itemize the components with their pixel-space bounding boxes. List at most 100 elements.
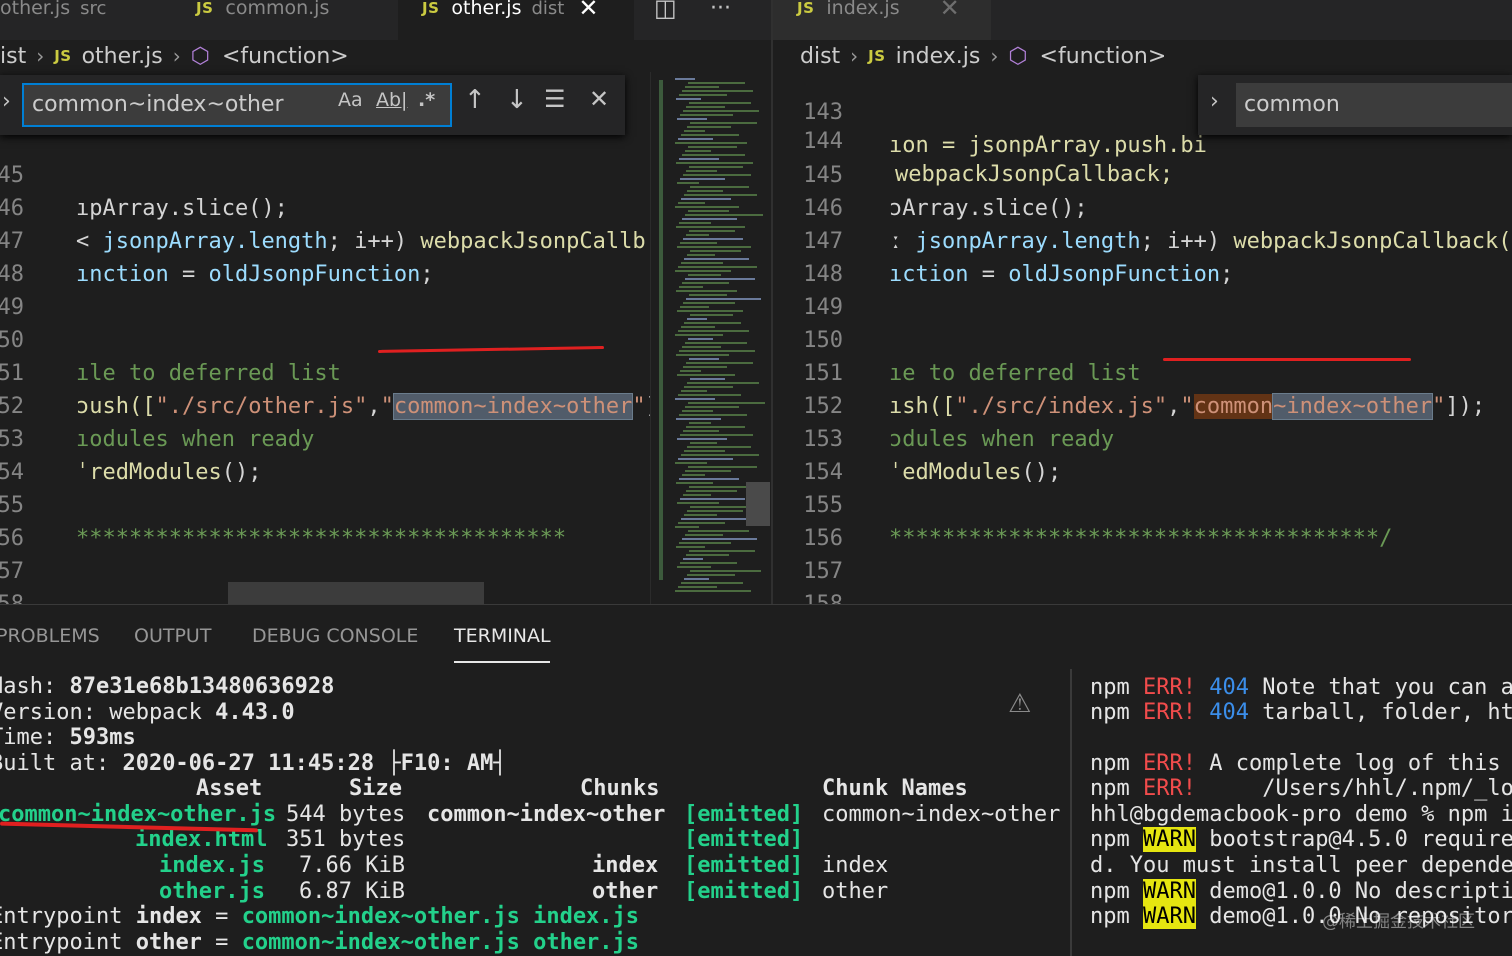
minimap-line <box>685 214 763 216</box>
minimap-line <box>676 546 705 548</box>
warn-tag: WARN <box>1143 904 1196 929</box>
close-icon[interactable]: ✕ <box>589 85 609 113</box>
tab-index[interactable]: JS index.js ✕ <box>797 0 960 28</box>
minimap-gutter <box>659 80 663 580</box>
err-tag: ERR! <box>1143 751 1196 776</box>
terminal-text: 404 <box>1209 700 1249 725</box>
terminal-line: Built at: 2020-06-27 11:45:28 ├F10: AM┤ <box>0 751 507 776</box>
minimap-line <box>683 238 743 240</box>
minimap-line <box>683 494 711 496</box>
terminal-text: index <box>135 904 202 929</box>
tab-label: other.js <box>451 0 522 19</box>
terminal-line: npm ERR! 404 tarball, folder, htt <box>1090 700 1512 725</box>
tab-common[interactable]: JS common.js <box>196 0 329 28</box>
minimap-line <box>688 146 737 148</box>
minimap-line <box>678 202 705 204</box>
minimap-line <box>675 398 715 400</box>
minimap-line <box>684 450 725 452</box>
minimap-line <box>676 482 713 484</box>
minimap-line <box>682 346 721 348</box>
breadcrumb-symbol[interactable]: <function> <box>1040 44 1167 69</box>
close-icon[interactable]: ✕ <box>578 0 598 22</box>
right-editor[interactable]: 143 ıon = jsonpArray.push.bi 144 webpack… <box>773 72 1512 604</box>
horizontal-scrollbar[interactable] <box>228 582 484 604</box>
minimap-line <box>675 526 699 528</box>
tab-other-dist[interactable]: JS other.js dist ✕ <box>422 0 598 28</box>
terminal-header: Size <box>349 776 402 801</box>
minimap-line <box>690 378 725 380</box>
split-editor-icon[interactable]: ◫ <box>654 0 677 28</box>
minimap-line <box>681 582 743 584</box>
terminal-line: npm ERR! /Users/hhl/.npm/_log <box>1090 776 1512 801</box>
terminal-line: Entrypoint other = common~index~other.js… <box>0 930 639 955</box>
arrow-down-icon[interactable]: ↓ <box>506 85 528 115</box>
minimap-line <box>690 122 757 124</box>
whole-word-icon[interactable]: Ab| <box>376 89 407 111</box>
terminal-size: 351 bytes <box>286 827 406 852</box>
right-breadcrumb: dist › JS index.js › ⬡ <function> <box>800 40 1512 72</box>
minimap-line <box>681 262 723 264</box>
minimap-line <box>686 234 709 236</box>
minimap-line <box>676 98 701 100</box>
more-actions-icon[interactable]: ··· <box>710 0 731 28</box>
minimap-line <box>675 142 747 144</box>
terminal-line: npm ERR! A complete log of this r <box>1090 751 1512 776</box>
find-widget-right: › common <box>1198 75 1512 135</box>
minimap-line <box>680 242 717 244</box>
terminal-text: 2020-06-27 11:45:28 ├F10: AM┤ <box>122 751 507 776</box>
terminal-asset: other.js <box>159 879 265 904</box>
warning-icon[interactable]: ⚠ <box>1008 689 1031 719</box>
tab-output[interactable]: OUTPUT <box>134 625 211 647</box>
minimap-line <box>679 94 727 96</box>
tab-terminal[interactable]: TERMINAL <box>454 625 551 647</box>
code-line: 154 <box>773 423 1512 485</box>
terminal-text: 593ms <box>69 725 136 750</box>
chevron-right-icon[interactable]: › <box>1210 89 1219 114</box>
terminal-text: = <box>201 930 242 955</box>
minimap-line <box>689 166 743 168</box>
code-line: 151 ısh(["./src/index.js","common~index~… <box>773 324 1512 420</box>
err-tag: ERR! <box>1143 700 1196 725</box>
js-file-icon: JS <box>868 47 886 65</box>
terminal-text: Entrypoint <box>0 904 136 929</box>
breadcrumb-folder[interactable]: ist <box>0 44 26 69</box>
minimap[interactable] <box>650 72 770 604</box>
terminal-right[interactable]: npm ERR! 404 Note that you can al npm ER… <box>1090 605 1512 956</box>
minimap-slider[interactable] <box>746 482 770 526</box>
tab-debug-console[interactable]: DEBUG CONSOLE <box>252 625 418 647</box>
terminal-split-divider[interactable] <box>1070 669 1072 956</box>
minimap-line <box>677 310 743 312</box>
close-icon[interactable]: ✕ <box>940 0 960 22</box>
js-file-icon: JS <box>422 0 440 17</box>
breadcrumb-symbol[interactable]: <function> <box>222 44 349 69</box>
chevron-right-icon[interactable]: › <box>2 89 11 114</box>
regex-icon[interactable]: .* <box>418 89 435 111</box>
terminal-chunk-names: index <box>822 853 889 878</box>
terminal-size: 544 bytes <box>286 802 406 827</box>
find-in-selection-icon[interactable]: ☰ <box>544 85 566 113</box>
minimap-line <box>679 350 755 352</box>
tab-other-src[interactable]: other.js src <box>0 0 106 28</box>
terminal-text: npm <box>1090 751 1130 776</box>
minimap-line <box>686 170 717 172</box>
minimap-line <box>675 334 723 336</box>
code-line: 47 ınction = oldJsonpFunction; <box>0 192 650 287</box>
minimap-line <box>683 558 703 560</box>
breadcrumb-folder[interactable]: dist <box>800 44 840 69</box>
match-case-icon[interactable]: Aa <box>338 89 363 111</box>
breadcrumb-file[interactable]: index.js <box>896 44 981 69</box>
breadcrumb-file[interactable]: other.js <box>82 44 163 69</box>
code-line: 150 ıe to deferred list <box>773 291 1512 386</box>
right-tab-bar: JS index.js ✕ <box>773 0 1512 40</box>
terminal-line: Time: 593ms <box>0 725 136 750</box>
find-input[interactable]: common <box>1236 83 1512 127</box>
code-line: 57 <box>0 522 650 584</box>
left-editor[interactable]: 45 ıpArray.slice(); 46 < jsonpArray.leng… <box>0 72 650 604</box>
arrow-up-icon[interactable]: ↑ <box>464 85 486 115</box>
tab-problems[interactable]: PROBLEMS <box>0 625 100 647</box>
minimap-line <box>681 326 715 328</box>
tab-label: index.js <box>826 0 900 19</box>
minimap-line <box>685 150 711 152</box>
minimap-line <box>689 358 719 360</box>
warn-tag: WARN <box>1143 827 1196 852</box>
